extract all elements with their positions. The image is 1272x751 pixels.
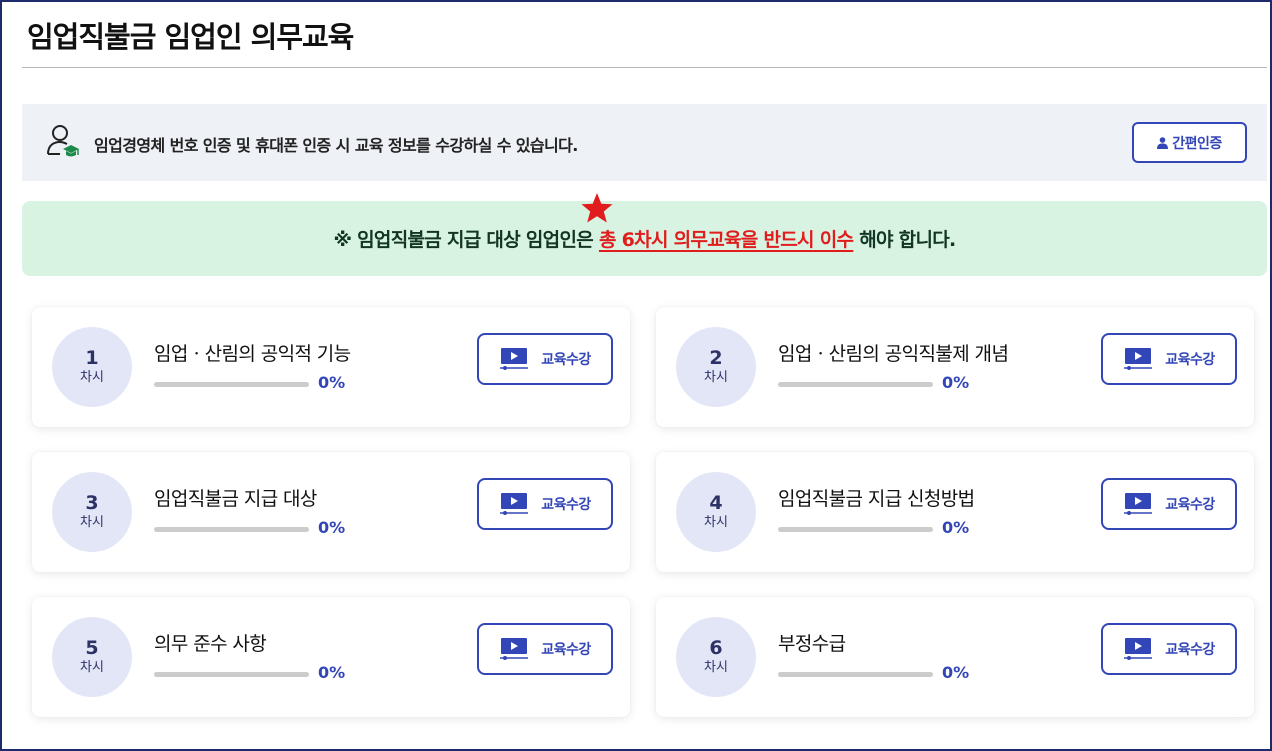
star-icon [580, 192, 614, 226]
progress-bar [778, 527, 933, 532]
progress-percent: 0% [942, 373, 970, 392]
user-graduate-icon [46, 124, 80, 160]
lesson-title: 임업직불금 지급 대상 [154, 488, 317, 510]
progress-percent: 0% [318, 518, 346, 537]
progress-bar [154, 527, 309, 532]
video-play-icon [500, 493, 529, 515]
progress-bar [778, 382, 933, 387]
lesson-number: 1 [85, 347, 99, 369]
lesson-title: 임업직불금 지급 신청방법 [778, 488, 975, 510]
lesson-unit: 차시 [704, 515, 728, 530]
auth-message: 임업경영체 번호 인증 및 휴대폰 인증 시 교육 정보를 수강하실 수 있습니… [94, 136, 578, 155]
watch-lesson-button[interactable]: 교육수강 [1101, 623, 1237, 675]
lesson-badge: 5 차시 [52, 617, 132, 697]
lesson-badge: 1 차시 [52, 327, 132, 407]
progress-bar [154, 382, 309, 387]
lesson-card-1: 1 차시 임업ㆍ산림의 공익적 기능 0% 교육수강 [32, 307, 630, 427]
lesson-unit: 차시 [80, 515, 104, 530]
progress-percent: 0% [318, 663, 346, 682]
lesson-number: 4 [709, 492, 723, 514]
lesson-unit: 차시 [704, 660, 728, 675]
title-divider [22, 67, 1267, 68]
lesson-badge: 3 차시 [52, 472, 132, 552]
lesson-number: 2 [709, 347, 723, 369]
watch-lesson-label: 교육수강 [1165, 496, 1215, 512]
watch-lesson-button[interactable]: 교육수강 [477, 623, 613, 675]
progress-bar [154, 672, 309, 677]
video-play-icon [1124, 638, 1153, 660]
simple-auth-label: 간편인증 [1172, 134, 1222, 151]
lesson-card-5: 5 차시 의무 준수 사항 0% 교육수강 [32, 597, 630, 717]
notice-prefix: ※ 임업직불금 지급 대상 임업인은 [333, 229, 599, 251]
progress-percent: 0% [318, 373, 346, 392]
lesson-number: 6 [709, 637, 723, 659]
progress-percent: 0% [942, 663, 970, 682]
lesson-unit: 차시 [80, 370, 104, 385]
video-play-icon [1124, 493, 1153, 515]
watch-lesson-label: 교육수강 [1165, 351, 1215, 367]
user-icon [1157, 136, 1169, 149]
watch-lesson-button[interactable]: 교육수강 [1101, 478, 1237, 530]
video-play-icon [500, 348, 529, 370]
watch-lesson-label: 교육수강 [541, 496, 591, 512]
watch-lesson-button[interactable]: 교육수강 [477, 333, 613, 385]
simple-auth-button[interactable]: 간편인증 [1132, 122, 1247, 163]
auth-bar: 임업경영체 번호 인증 및 휴대폰 인증 시 교육 정보를 수강하실 수 있습니… [22, 104, 1267, 181]
watch-lesson-button[interactable]: 교육수강 [1101, 333, 1237, 385]
watch-lesson-label: 교육수강 [541, 351, 591, 367]
notice-highlight: 총 6차시 의무교육을 반드시 이수 [598, 229, 854, 251]
notice-banner: ※ 임업직불금 지급 대상 임업인은 총 6차시 의무교육을 반드시 이수 해야… [22, 201, 1267, 276]
lesson-badge: 4 차시 [676, 472, 756, 552]
lesson-badge: 2 차시 [676, 327, 756, 407]
lesson-number: 5 [85, 637, 99, 659]
lesson-unit: 차시 [80, 660, 104, 675]
notice-suffix: 해야 합니다. [853, 229, 956, 251]
lesson-card-3: 3 차시 임업직불금 지급 대상 0% 교육수강 [32, 452, 630, 572]
video-play-icon [1124, 348, 1153, 370]
watch-lesson-label: 교육수강 [1165, 641, 1215, 657]
video-play-icon [500, 638, 529, 660]
lesson-badge: 6 차시 [676, 617, 756, 697]
progress-percent: 0% [942, 518, 970, 537]
page-title: 임업직불금 임업인 의무교육 [27, 20, 354, 54]
watch-lesson-label: 교육수강 [541, 641, 591, 657]
page-frame: 임업직불금 임업인 의무교육 임업경영체 번호 인증 및 휴대폰 인증 시 교육… [0, 0, 1272, 751]
lesson-card-6: 6 차시 부정수급 0% 교육수강 [656, 597, 1254, 717]
lesson-card-4: 4 차시 임업직불금 지급 신청방법 0% 교육수강 [656, 452, 1254, 572]
lesson-title: 임업ㆍ산림의 공익직불제 개념 [778, 343, 1009, 365]
progress-bar [778, 672, 933, 677]
lesson-title: 부정수급 [778, 633, 846, 655]
lesson-card-2: 2 차시 임업ㆍ산림의 공익직불제 개념 0% 교육수강 [656, 307, 1254, 427]
lesson-unit: 차시 [704, 370, 728, 385]
lesson-title: 의무 준수 사항 [154, 633, 267, 655]
lesson-number: 3 [85, 492, 99, 514]
watch-lesson-button[interactable]: 교육수강 [477, 478, 613, 530]
lesson-title: 임업ㆍ산림의 공익적 기능 [154, 343, 351, 365]
